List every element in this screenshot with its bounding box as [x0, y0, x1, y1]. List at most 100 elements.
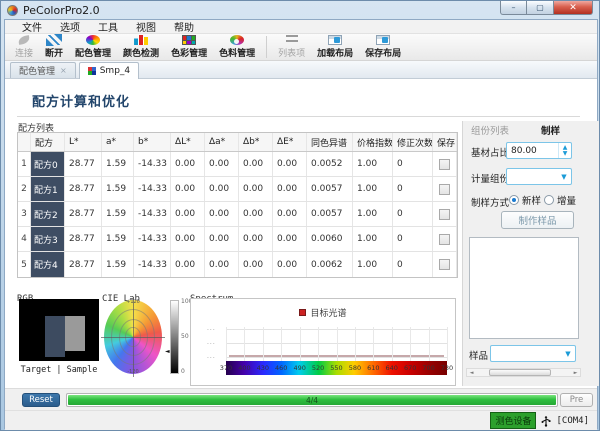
header-cell-8[interactable]: 同色异谱: [307, 133, 353, 151]
reset-button[interactable]: Reset: [22, 393, 60, 407]
toolbar-button-8[interactable]: 加载布局: [311, 34, 359, 60]
spinner-arrows-icon[interactable]: ▲▼: [558, 143, 571, 158]
toolbar-button-5[interactable]: 色料管理: [213, 34, 261, 60]
plot-gridline: [373, 327, 374, 361]
value-cell: 0.0057: [307, 177, 353, 201]
save-checkbox[interactable]: [439, 209, 450, 220]
close-button[interactable]: ✕: [553, 1, 593, 15]
header-cell-1[interactable]: L*: [65, 133, 102, 151]
header-cell-9[interactable]: 价格指数: [353, 133, 393, 151]
lightness-0-label: 0: [181, 368, 185, 375]
save-checkbox[interactable]: [439, 159, 450, 170]
wavelength-tick-label: 370: [220, 364, 232, 372]
value-cell: 0.00: [205, 227, 239, 251]
header-cell-5[interactable]: Δa*: [205, 133, 239, 151]
header-cell-10[interactable]: 修正次数: [393, 133, 433, 151]
window-title: PeColorPro2.0: [23, 4, 100, 17]
table-row[interactable]: 3配方228.771.59-14.330.000.000.000.000.005…: [18, 202, 457, 227]
maximize-button[interactable]: ▢: [527, 1, 553, 15]
header-cell-0[interactable]: 配方: [31, 133, 65, 151]
header-cell-11[interactable]: 保存: [433, 133, 457, 151]
tab-make-sample[interactable]: 制样: [541, 123, 560, 137]
toolbar-button-2[interactable]: 配色管理: [69, 34, 117, 60]
connect-icon: [18, 35, 30, 45]
tab-component-list[interactable]: 组份列表: [471, 123, 509, 137]
value-cell: 28.77: [65, 252, 102, 277]
header-cell-3[interactable]: b*: [134, 133, 171, 151]
save-cell: [433, 177, 457, 201]
wavelength-tick-label: 730: [441, 364, 453, 372]
menu-item-2[interactable]: 工具: [89, 19, 127, 34]
scrollbar-thumb[interactable]: [489, 369, 551, 376]
make-sample-button[interactable]: 制作样品: [501, 211, 574, 229]
header-cell-2[interactable]: a*: [102, 133, 134, 151]
save-cell: [433, 152, 457, 176]
value-cell: -14.33: [134, 227, 171, 251]
measure-component-dropdown[interactable]: ▼: [506, 168, 572, 185]
value-cell: 1.59: [102, 177, 134, 201]
plot-gridline: [429, 327, 430, 361]
value-cell: 1.00: [353, 252, 393, 277]
value-cell: 0: [393, 152, 433, 176]
save-checkbox[interactable]: [439, 234, 450, 245]
scroll-left-icon[interactable]: ◄: [467, 370, 476, 376]
table-header-row: 配方L*a*b*ΔL*Δa*Δb*ΔE*同色异谱价格指数修正次数保存: [18, 133, 457, 152]
save-checkbox[interactable]: [439, 184, 450, 195]
lightness-scale-bar: [170, 300, 179, 374]
header-cell-7[interactable]: ΔE*: [273, 133, 307, 151]
mode-radio-label-0: 新样: [522, 193, 541, 207]
table-row[interactable]: 5配方428.771.59-14.330.000.000.000.000.006…: [18, 252, 457, 277]
table-row[interactable]: 2配方128.771.59-14.330.000.000.000.000.005…: [18, 177, 457, 202]
tab-smp4[interactable]: Smp_4: [79, 62, 139, 79]
value-cell: 0.00: [171, 252, 205, 277]
workspace: 配方计算和优化 配方列表 配方L*a*b*ΔL*Δa*Δb*ΔE*同色异谱价格指…: [5, 79, 597, 388]
tab-close-icon[interactable]: ×: [60, 66, 67, 75]
menu-item-4[interactable]: 帮助: [165, 19, 203, 34]
measure-component-label: 计量组份: [471, 171, 509, 185]
save-cell: [433, 252, 457, 277]
color-matching-icon: [86, 35, 100, 45]
spectrum-chart: 目标光谱 37040043046049052055058061064067070…: [190, 298, 456, 386]
toolbar-button-9[interactable]: 保存布局: [359, 34, 407, 60]
dropdown-arrow-icon[interactable]: ▼: [557, 173, 571, 181]
toolbar-button-1[interactable]: 断开: [39, 34, 69, 60]
mode-radio-1[interactable]: [544, 195, 554, 205]
value-cell: 1.00: [353, 152, 393, 176]
component-listbox[interactable]: [469, 237, 579, 339]
row-number: 5: [18, 252, 31, 277]
dropdown-arrow-icon[interactable]: ▼: [561, 350, 575, 358]
value-cell: 1.00: [353, 227, 393, 251]
sample-dropdown[interactable]: ▼: [490, 345, 576, 362]
pre-button[interactable]: Pre: [560, 393, 593, 407]
menu-item-1[interactable]: 选项: [51, 19, 89, 34]
base-ratio-value[interactable]: 80.00: [507, 143, 558, 158]
tab-color-matching[interactable]: 配色管理 ×: [10, 62, 76, 78]
value-cell: 0.00: [239, 177, 273, 201]
value-cell: 0.00: [239, 252, 273, 277]
menu-item-0[interactable]: 文件: [13, 19, 51, 34]
mode-radio-0[interactable]: [509, 195, 519, 205]
row-number: 2: [18, 177, 31, 201]
toolbar-button-7: 列表项: [272, 34, 311, 60]
value-cell: 1.00: [353, 202, 393, 226]
menu-item-3[interactable]: 视图: [127, 19, 165, 34]
sample-label: 样品: [469, 348, 488, 362]
legend-swatch-icon: [299, 309, 306, 316]
header-cell-6[interactable]: Δb*: [239, 133, 273, 151]
header-cell-4[interactable]: ΔL*: [171, 133, 205, 151]
base-ratio-spinner[interactable]: 80.00 ▲▼: [506, 142, 572, 159]
minimize-button[interactable]: –: [500, 1, 527, 15]
table-row[interactable]: 4配方328.771.59-14.330.000.000.000.000.006…: [18, 227, 457, 252]
scroll-right-icon[interactable]: ►: [571, 370, 580, 376]
horizontal-scrollbar[interactable]: ◄ ►: [466, 368, 581, 377]
save-checkbox[interactable]: [439, 259, 450, 270]
toolbar-button-3[interactable]: 颜色检测: [117, 34, 165, 60]
value-cell: 1.59: [102, 252, 134, 277]
wavelength-tick-label: 670: [404, 364, 416, 372]
toolbar-button-label: 配色管理: [75, 46, 111, 59]
rgb-panel: RGB Target | Sample: [17, 286, 101, 386]
divider: [17, 116, 580, 117]
plot-gridline: [337, 327, 338, 361]
toolbar-button-4[interactable]: 色彩管理: [165, 34, 213, 60]
table-row[interactable]: 1配方028.771.59-14.330.000.000.000.000.005…: [18, 152, 457, 177]
